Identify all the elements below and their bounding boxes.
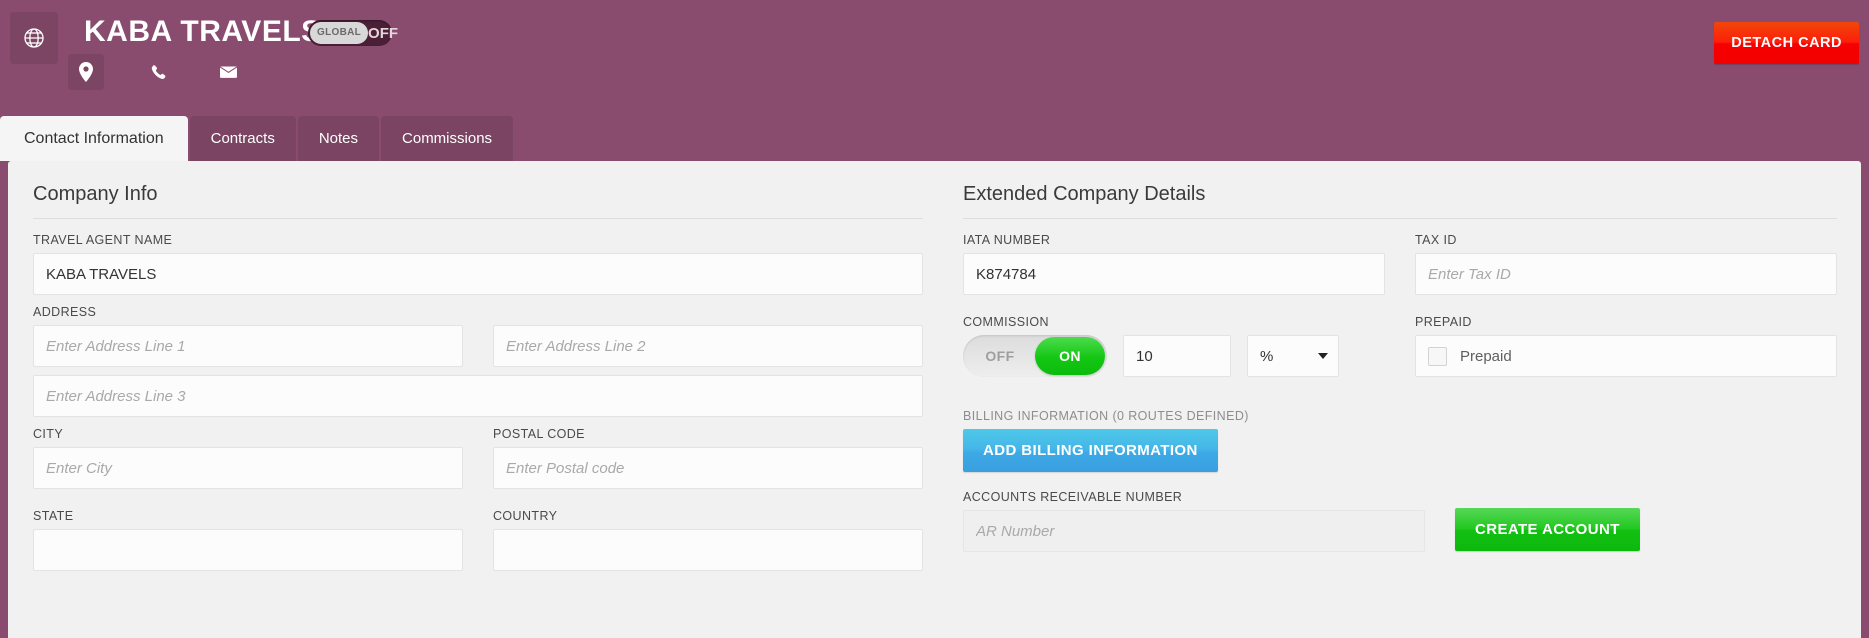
city-postal-row: CITY POSTAL CODE	[33, 427, 923, 499]
location-pin-icon[interactable]	[68, 54, 104, 90]
tab-contact-information[interactable]: Contact Information	[0, 116, 188, 161]
travel-agent-name-group: TRAVEL AGENT NAME	[33, 233, 923, 295]
address-line-2-input[interactable]	[493, 325, 923, 367]
header-icon-row	[68, 54, 245, 90]
commission-toggle-on-label: ON	[1035, 337, 1105, 375]
tax-id-label: TAX ID	[1415, 233, 1457, 247]
tab-notes[interactable]: Notes	[297, 116, 380, 161]
detach-card-button[interactable]: DETACH CARD	[1714, 22, 1859, 64]
commission-unit-select[interactable]: %	[1247, 335, 1339, 377]
accounts-receivable-input[interactable]	[963, 510, 1425, 552]
tab-commissions[interactable]: Commissions	[381, 116, 514, 161]
travel-agent-name-label: TRAVEL AGENT NAME	[33, 233, 173, 247]
postal-code-input[interactable]	[493, 447, 923, 489]
envelope-icon[interactable]	[213, 56, 245, 88]
commission-unit-value: %	[1260, 347, 1274, 365]
accounts-receivable-row: ACCOUNTS RECEIVABLE NUMBER CREATE ACCOUN…	[963, 490, 1837, 552]
prepaid-checkbox[interactable]	[1428, 346, 1447, 366]
prepaid-label: PREPAID	[1415, 315, 1472, 329]
prepaid-group: PREPAID Prepaid	[1415, 315, 1837, 377]
phone-icon[interactable]	[142, 56, 174, 88]
iata-number-label: IATA NUMBER	[963, 233, 1051, 247]
billing-information-label: BILLING INFORMATION (0 ROUTES DEFINED)	[963, 409, 1249, 423]
country-group: COUNTRY	[493, 509, 923, 571]
city-group: CITY	[33, 427, 463, 489]
state-country-row: STATE COUNTRY	[33, 509, 923, 581]
accounts-receivable-label: ACCOUNTS RECEIVABLE NUMBER	[963, 490, 1183, 504]
state-label: STATE	[33, 509, 74, 523]
country-input[interactable]	[493, 529, 923, 571]
commission-toggle[interactable]: OFF ON	[963, 335, 1107, 377]
iata-tax-row: IATA NUMBER TAX ID	[963, 233, 1837, 305]
commission-prepaid-row: COMMISSION OFF ON % PREPAID	[963, 315, 1837, 387]
state-group: STATE	[33, 509, 463, 571]
chevron-down-icon	[1318, 353, 1328, 359]
iata-number-input[interactable]	[963, 253, 1385, 295]
prepaid-checkbox-label: Prepaid	[1460, 347, 1512, 365]
commission-value-input[interactable]	[1123, 335, 1231, 377]
tab-bar: Contact Information Contracts Notes Comm…	[0, 116, 515, 161]
state-input[interactable]	[33, 529, 463, 571]
city-input[interactable]	[33, 447, 463, 489]
tab-content-panel: Company Info TRAVEL AGENT NAME ADDRESS	[8, 161, 1861, 638]
globe-icon-container[interactable]	[10, 12, 58, 64]
tax-id-input[interactable]	[1415, 253, 1837, 295]
travel-agent-name-input[interactable]	[33, 253, 923, 295]
address-label: ADDRESS	[33, 305, 97, 319]
postal-code-group: POSTAL CODE	[493, 427, 923, 489]
page-title: KABA TRAVELS	[84, 15, 322, 48]
company-info-title: Company Info	[33, 183, 923, 219]
billing-information-group: BILLING INFORMATION (0 ROUTES DEFINED) A…	[963, 409, 1837, 472]
create-account-button[interactable]: CREATE ACCOUNT	[1455, 508, 1640, 551]
city-label: CITY	[33, 427, 64, 441]
address-line-1-input[interactable]	[33, 325, 463, 367]
extended-company-details-column: Extended Company Details IATA NUMBER TAX…	[948, 161, 1861, 638]
extended-company-details-title: Extended Company Details	[963, 183, 1837, 219]
create-account-container: CREATE ACCOUNT	[1455, 508, 1837, 552]
globe-icon	[22, 26, 46, 50]
address-group: ADDRESS	[33, 305, 923, 417]
prepaid-checkbox-container[interactable]: Prepaid	[1415, 335, 1837, 377]
postal-code-label: POSTAL CODE	[493, 427, 585, 441]
page-header: KABA TRAVELS GLOBAL OFF DETACH CARD	[0, 0, 1869, 125]
country-label: COUNTRY	[493, 509, 558, 523]
commission-label: COMMISSION	[963, 315, 1049, 329]
commission-toggle-off-label: OFF	[985, 348, 1015, 364]
global-toggle-state-label: OFF	[368, 24, 399, 42]
iata-number-group: IATA NUMBER	[963, 233, 1385, 295]
agent-card-page: KABA TRAVELS GLOBAL OFF DETACH CARD Cont…	[0, 0, 1869, 638]
global-toggle[interactable]: GLOBAL OFF	[308, 20, 398, 46]
commission-group: COMMISSION OFF ON %	[963, 315, 1385, 377]
tax-id-group: TAX ID	[1415, 233, 1837, 295]
company-info-column: Company Info TRAVEL AGENT NAME ADDRESS	[8, 161, 948, 638]
accounts-receivable-group: ACCOUNTS RECEIVABLE NUMBER	[963, 490, 1425, 552]
tab-contracts[interactable]: Contracts	[189, 116, 296, 161]
address-line-3-input[interactable]	[33, 375, 923, 417]
global-toggle-knob-label: GLOBAL	[310, 22, 369, 44]
add-billing-information-button[interactable]: ADD BILLING INFORMATION	[963, 429, 1218, 472]
